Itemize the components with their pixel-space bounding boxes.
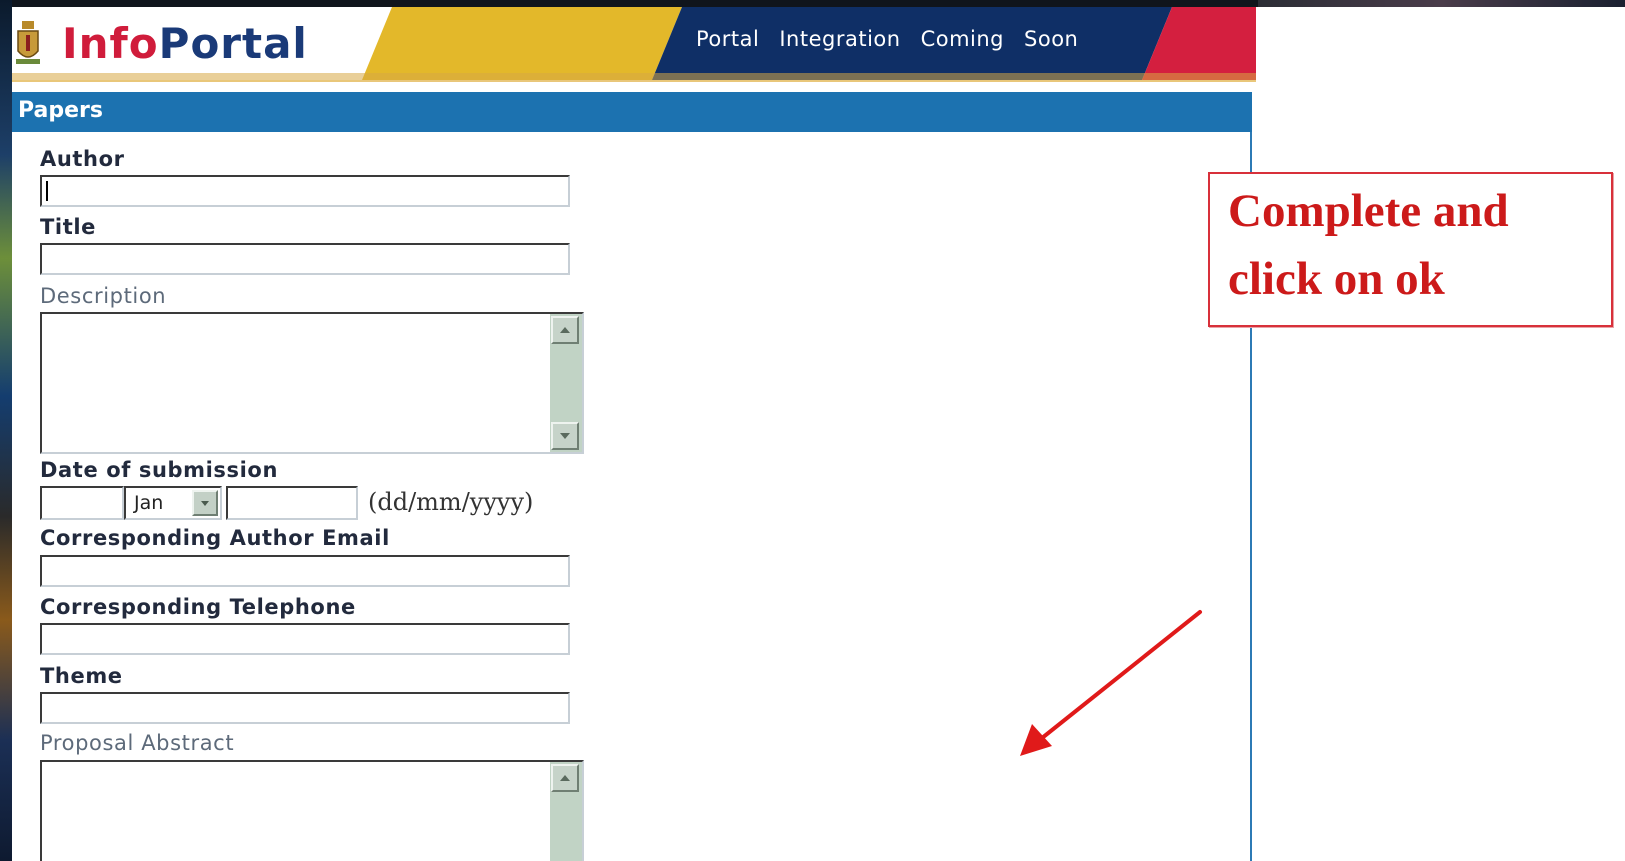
panel-title: Papers xyxy=(18,98,103,123)
callout-line-2: click on ok xyxy=(1228,253,1445,305)
year-input[interactable] xyxy=(226,486,358,520)
telephone-input[interactable] xyxy=(40,623,570,655)
site-header: InfoPortal Portal Integration Coming Soo… xyxy=(12,7,1256,80)
logo-info-text: Info xyxy=(62,19,159,68)
author-input[interactable] xyxy=(40,175,570,207)
background-photo-strip xyxy=(1258,0,1625,7)
abstract-textarea[interactable] xyxy=(40,760,584,861)
date-label: Date of submission xyxy=(40,458,279,482)
theme-input[interactable] xyxy=(40,692,570,724)
title-label: Title xyxy=(40,215,97,239)
description-label: Description xyxy=(40,284,167,308)
description-textarea[interactable] xyxy=(40,312,584,454)
month-dropdown-button[interactable] xyxy=(192,490,218,516)
author-label: Author xyxy=(40,147,125,171)
month-value: Jan xyxy=(134,492,164,514)
nav-item-soon[interactable]: Soon xyxy=(1024,27,1078,57)
chevron-up-icon xyxy=(560,775,570,781)
nav-item-integration[interactable]: Integration xyxy=(779,27,900,57)
telephone-label: Corresponding Telephone xyxy=(40,595,356,619)
header-nav: Portal Integration Coming Soon xyxy=(696,27,1078,57)
day-input[interactable] xyxy=(40,486,124,520)
text-caret xyxy=(46,181,48,201)
instruction-callout: Complete and click on ok xyxy=(1208,172,1613,327)
nav-item-coming[interactable]: Coming xyxy=(921,27,1004,57)
logo-portal-text: Portal xyxy=(158,19,308,68)
header-divider xyxy=(12,80,1256,82)
site-logo[interactable]: InfoPortal xyxy=(62,17,308,71)
annotation-arrow-icon xyxy=(1020,610,1202,756)
abstract-scrollbar[interactable] xyxy=(550,762,582,861)
callout-line-1: Complete and xyxy=(1228,185,1509,237)
date-format-hint: (dd/mm/yyyy) xyxy=(368,488,534,516)
crest-icon xyxy=(16,21,40,64)
title-input[interactable] xyxy=(40,243,570,275)
theme-label: Theme xyxy=(40,664,123,688)
chevron-down-icon xyxy=(201,501,209,506)
background-photo-strip-left xyxy=(0,0,12,861)
scroll-up-button[interactable] xyxy=(551,316,579,344)
papers-panel-header: Papers xyxy=(12,92,1252,132)
chevron-down-icon xyxy=(560,433,570,439)
scroll-up-button[interactable] xyxy=(551,764,579,792)
scroll-down-button[interactable] xyxy=(551,422,579,450)
nav-item-portal[interactable]: Portal xyxy=(696,27,759,57)
month-select[interactable]: Jan xyxy=(124,486,222,520)
email-input[interactable] xyxy=(40,555,570,587)
email-label: Corresponding Author Email xyxy=(40,526,390,550)
chevron-up-icon xyxy=(560,327,570,333)
abstract-label: Proposal Abstract xyxy=(40,731,235,755)
description-scrollbar[interactable] xyxy=(550,314,582,452)
